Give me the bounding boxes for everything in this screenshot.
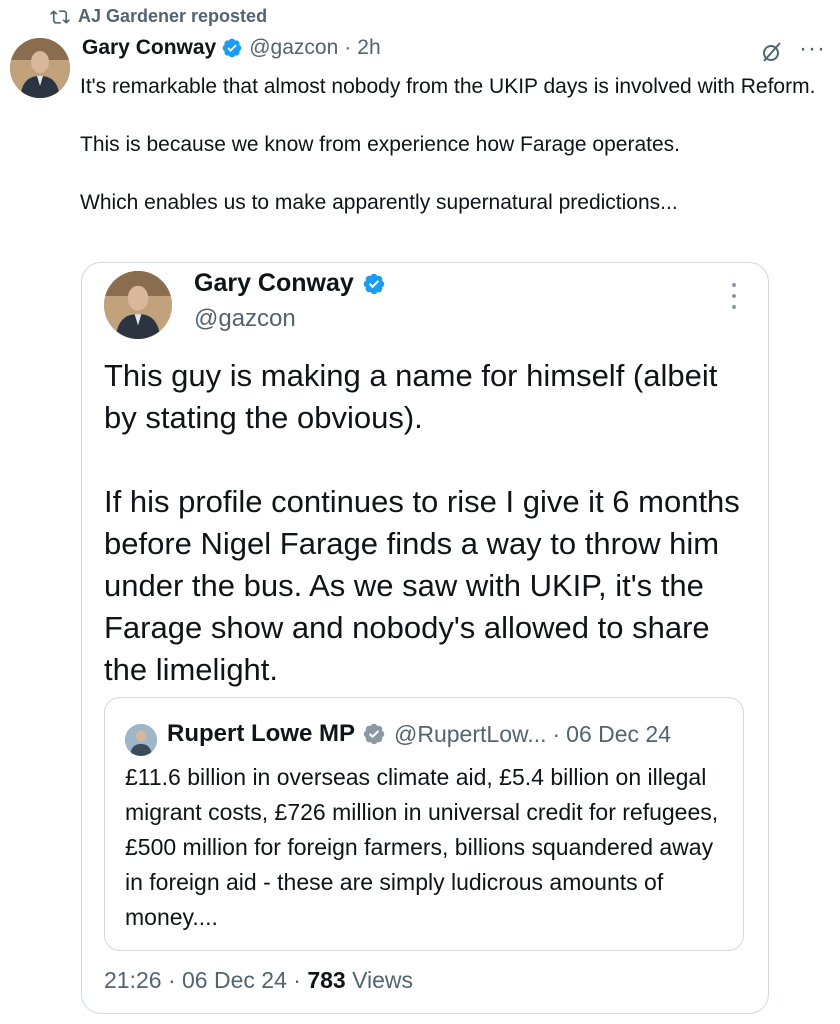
post-paragraph: Which enables us to make apparently supe… [80, 191, 678, 214]
author-handle[interactable]: @gazcon [249, 36, 338, 60]
quoted-footer: 21:26 · 06 Dec 24 · 783 Views [104, 967, 413, 994]
views-label: Views [352, 967, 414, 993]
quoted-author-handle[interactable]: @gazcon [194, 305, 296, 333]
post-paragraph: This is because we know from experience … [80, 133, 680, 156]
quoted-avatar[interactable] [104, 271, 172, 339]
inner-header: Rupert Lowe MP @RupertLow... · 06 Dec 24 [167, 720, 671, 748]
inner-avatar[interactable] [125, 724, 157, 756]
views-count[interactable]: 783 [307, 967, 345, 993]
more-options-icon[interactable]: ··· [799, 36, 826, 62]
author-name[interactable]: Gary Conway [82, 36, 216, 60]
grok-icon[interactable] [760, 40, 784, 64]
separator-dot: · [344, 36, 352, 59]
post-header: Gary Conway @gazcon · 2h ··· [82, 36, 830, 62]
quoted-paragraph: If his profile continues to rise I give … [104, 484, 740, 687]
footer-time[interactable]: 21:26 [104, 967, 162, 993]
verified-badge-icon[interactable] [221, 37, 243, 59]
more-options-vertical-icon[interactable] [730, 283, 738, 309]
inner-author-handle[interactable]: @RupertLow... [394, 721, 546, 748]
inner-post-text: £11.6 billion in overseas climate aid, £… [125, 764, 719, 930]
quoted-post[interactable]: Gary Conway @gazcon This guy is making a… [81, 262, 769, 1014]
quoted-text: This guy is making a name for himself (a… [104, 355, 754, 733]
repost-icon [50, 9, 70, 24]
inner-author-name[interactable]: Rupert Lowe MP [167, 720, 355, 748]
quoted-author-name[interactable]: Gary Conway [194, 269, 354, 298]
inner-quoted-post[interactable]: Rupert Lowe MP @RupertLow... · 06 Dec 24… [104, 697, 744, 951]
inner-post-date[interactable]: 06 Dec 24 [566, 721, 671, 748]
verified-grey-badge-icon[interactable] [362, 722, 386, 746]
quoted-header: Gary Conway [194, 269, 392, 298]
separator-dot: · [552, 720, 561, 747]
verified-badge-icon[interactable] [362, 272, 386, 296]
repost-label: AJ Gardener reposted [78, 6, 268, 26]
repost-indicator[interactable]: AJ Gardener reposted [50, 6, 267, 27]
separator-dot: · [293, 967, 301, 993]
footer-date[interactable]: 06 Dec 24 [182, 967, 287, 993]
post-text: It's remarkable that almost nobody from … [80, 72, 820, 246]
post-time[interactable]: 2h [357, 36, 380, 60]
post-paragraph: It's remarkable that almost nobody from … [80, 75, 816, 98]
separator-dot: · [167, 967, 176, 993]
quoted-paragraph: This guy is making a name for himself (a… [104, 358, 718, 435]
avatar[interactable] [10, 38, 70, 98]
